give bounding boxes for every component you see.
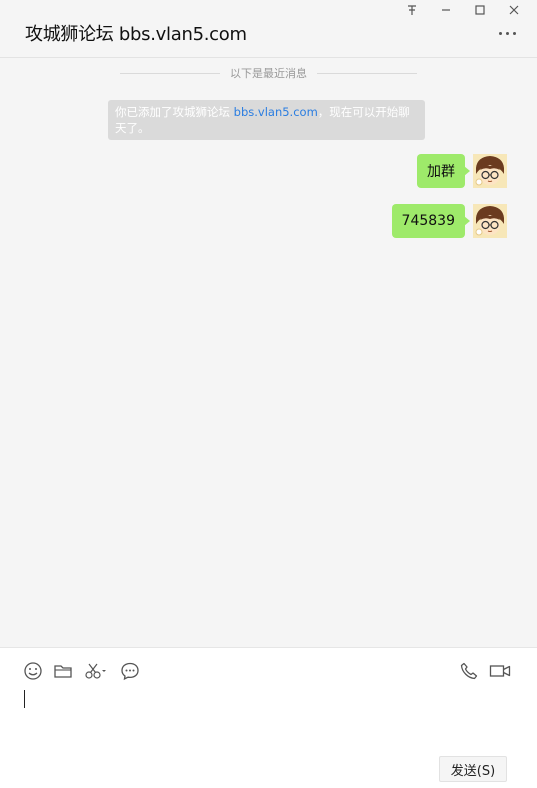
more-options-icon[interactable] — [499, 28, 519, 38]
message-bubble[interactable]: 745839 — [391, 204, 471, 238]
emoji-icon[interactable] — [23, 661, 43, 681]
close-icon[interactable] — [497, 2, 531, 18]
chat-history-icon[interactable] — [120, 661, 140, 681]
maximize-icon[interactable] — [463, 2, 497, 18]
window-controls — [395, 2, 531, 18]
minimize-icon[interactable] — [429, 2, 463, 18]
chat-window: 攻城狮论坛 bbs.vlan5.com 以下是最近消息 你已添加了攻城狮论坛 b… — [0, 0, 537, 788]
avatar[interactable] — [473, 204, 507, 238]
text-input-caret[interactable] — [24, 690, 25, 708]
system-message-suffix-2: 天了。 — [115, 121, 150, 135]
pin-icon[interactable] — [395, 2, 429, 18]
avatar[interactable] — [473, 154, 507, 188]
system-message-prefix: 你已添加了攻城狮论坛 — [115, 105, 234, 119]
message-list[interactable]: 以下是最近消息 你已添加了攻城狮论坛 bbs.vlan5.com，现在可以开始聊… — [0, 58, 537, 647]
send-button[interactable]: 发送(S) — [439, 756, 507, 782]
divider-text: 以下是最近消息 — [230, 67, 307, 80]
system-message-suffix-1: ，现在可以开始聊 — [317, 105, 410, 119]
recent-messages-divider: 以下是最近消息 — [0, 65, 537, 81]
phone-icon[interactable] — [459, 661, 479, 681]
system-message-link[interactable]: bbs.vlan5.com — [234, 105, 318, 119]
folder-icon[interactable] — [53, 661, 73, 681]
chat-title: 攻城狮论坛 bbs.vlan5.com — [25, 24, 247, 45]
message-composer: 发送(S) — [0, 647, 537, 788]
video-icon[interactable] — [489, 661, 511, 681]
message-bubble[interactable]: 加群 — [417, 154, 470, 188]
message-row: 加群 — [417, 154, 507, 188]
chat-header: 攻城狮论坛 bbs.vlan5.com — [0, 0, 537, 58]
scissors-icon[interactable] — [84, 661, 110, 681]
message-row: 745839 — [391, 204, 507, 238]
system-message: 你已添加了攻城狮论坛 bbs.vlan5.com，现在可以开始聊 天了。 — [108, 100, 425, 140]
